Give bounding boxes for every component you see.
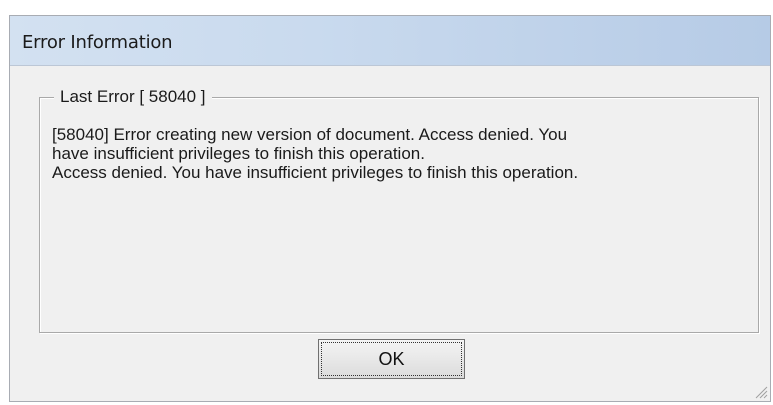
ok-button-label: OK <box>378 348 405 369</box>
ok-button[interactable]: OK <box>318 339 465 379</box>
error-dialog: Error Information Last Error [ 58040 ] [… <box>9 15 771 402</box>
last-error-label: Last Error [ 58040 ] <box>54 87 212 107</box>
title-bar[interactable]: Error Information <box>10 16 770 66</box>
resize-grip-icon[interactable] <box>752 383 768 399</box>
dialog-title: Error Information <box>22 32 173 53</box>
error-message: [58040] Error creating new version of do… <box>52 125 579 182</box>
